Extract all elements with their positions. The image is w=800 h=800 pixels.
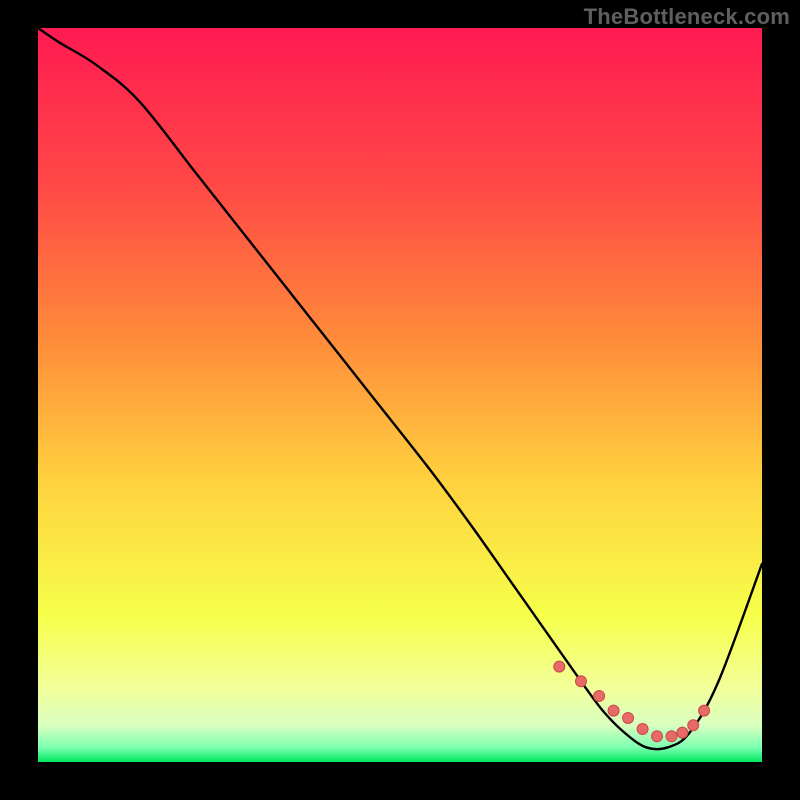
marker-dot: [677, 727, 688, 738]
marker-dot: [688, 720, 699, 731]
marker-dot: [623, 712, 634, 723]
chart-frame: TheBottleneck.com: [0, 0, 800, 800]
gradient-background: [38, 28, 762, 762]
marker-dot: [554, 661, 565, 672]
marker-dot: [576, 676, 587, 687]
marker-dot: [699, 705, 710, 716]
marker-dot: [666, 731, 677, 742]
marker-dot: [637, 723, 648, 734]
plot-area: [38, 28, 762, 762]
chart-svg: [38, 28, 762, 762]
marker-dot: [608, 705, 619, 716]
marker-dot: [652, 731, 663, 742]
marker-dot: [594, 690, 605, 701]
watermark-text: TheBottleneck.com: [584, 4, 790, 30]
